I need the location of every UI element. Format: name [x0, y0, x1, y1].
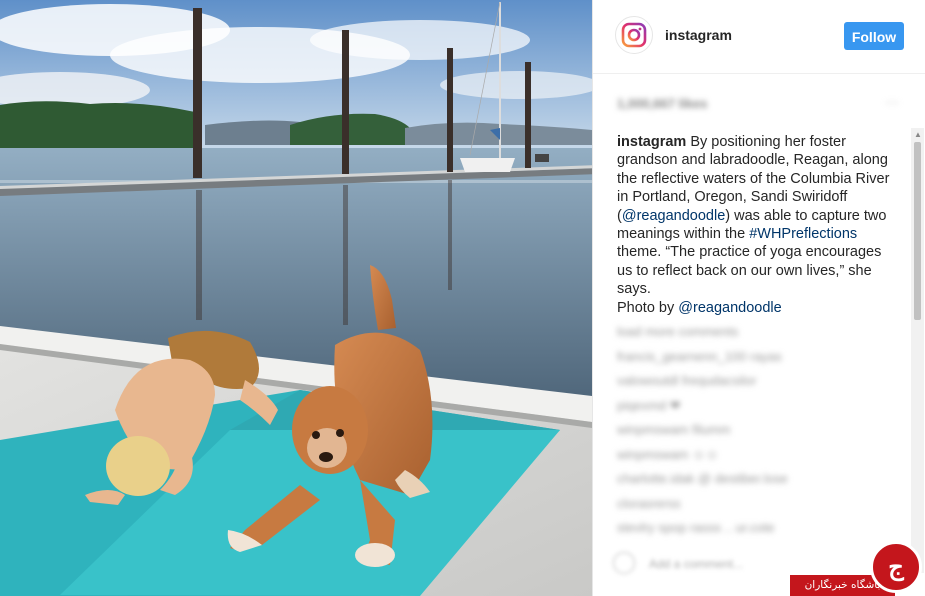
comment-item[interactable]: piqexmd ❤ — [617, 394, 887, 419]
caption-photo-by: Photo by — [617, 299, 679, 316]
watermark-badge: باشگاه خبرنگاران ج — [790, 540, 925, 596]
post-caption: instagram By positioning her foster gran… — [617, 133, 892, 317]
heart-icon[interactable] — [613, 552, 635, 574]
comment-item[interactable]: winpmswam ☺☺ — [617, 443, 887, 468]
photo-scene — [0, 0, 592, 596]
post-side-panel: instagram Follow 1,000,667 likes ⋯ insta… — [592, 0, 925, 596]
caption-hashtag-link[interactable]: #WHPreflections — [749, 226, 857, 242]
scroll-up-arrow-icon[interactable]: ▲ — [914, 130, 922, 139]
likes-count[interactable]: 1,000,667 likes — [617, 96, 707, 111]
post-header: instagram Follow — [593, 0, 925, 74]
scrollbar-thumb[interactable] — [914, 142, 921, 320]
caption-text-3: theme. “The practice of yoga encourages … — [617, 244, 882, 298]
comment-item[interactable]: clorasrerss — [617, 492, 887, 517]
avatar[interactable] — [615, 16, 653, 54]
more-icon[interactable]: ⋯ — [885, 94, 899, 111]
post-photo — [0, 0, 592, 596]
caption-username[interactable]: instagram — [617, 134, 686, 150]
comments-list: load more comments francis_gearnenn_100 … — [617, 320, 887, 541]
caption-photo-by-link[interactable]: @reagandoodle — [678, 300, 781, 316]
caption-scrollbar[interactable]: ▲ ▼ — [911, 128, 924, 573]
follow-button[interactable]: Follow — [844, 22, 904, 50]
comment-item[interactable]: stevlry spop rasss .. ur.cote — [617, 516, 887, 541]
caption-mention-link[interactable]: @reagandoodle — [622, 208, 725, 224]
comment-item[interactable]: valowoutdl frequdacsilor — [617, 369, 887, 394]
comment-item[interactable]: francis_gearnenn_100 rayas — [617, 345, 887, 370]
header-username[interactable]: instagram — [665, 27, 732, 43]
instagram-logo-icon — [621, 22, 647, 48]
comment-item[interactable]: winpmswam filumm — [617, 418, 887, 443]
load-more-comments[interactable]: load more comments — [617, 320, 887, 345]
add-comment-input[interactable]: Add a comment... — [649, 557, 743, 571]
comment-item[interactable]: charlotte.idak @ destiber.lose — [617, 467, 887, 492]
watermark-logo-icon: ج — [870, 541, 922, 593]
